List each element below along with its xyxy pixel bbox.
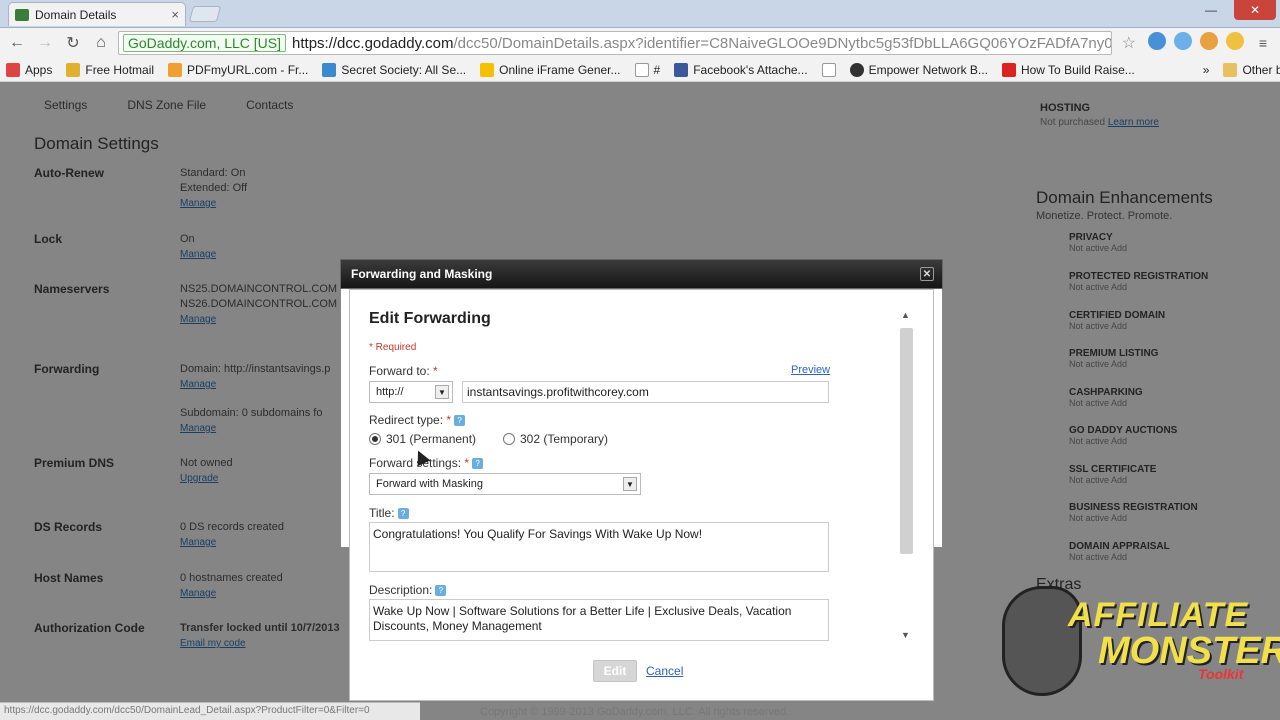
back-icon[interactable]: ←: [6, 32, 28, 54]
browser-toolbar: ← → ↻ ⌂ GoDaddy.com, LLC [US] https://dc…: [0, 28, 1280, 58]
radio-selected-icon: [369, 433, 381, 445]
bookmark-icon: [322, 62, 337, 77]
radio-unselected-icon: [503, 433, 515, 445]
bookmark-icon: [480, 62, 495, 77]
scroll-down-icon[interactable]: ▼: [901, 630, 910, 640]
dialog-title: Edit Forwarding: [369, 310, 491, 327]
home-icon[interactable]: ⌂: [90, 32, 112, 54]
bookmark-item[interactable]: Empower Network B...: [849, 62, 988, 77]
page-footer: Copyright © 1999-2013 GoDaddy.com, LLC. …: [480, 706, 790, 718]
scroll-up-icon[interactable]: ▲: [901, 310, 910, 320]
logo-line-3: Toolkit: [1198, 666, 1244, 682]
youtube-icon: [1001, 62, 1016, 77]
folder-icon: [1223, 62, 1238, 77]
forward-to-label: Forward to: *: [369, 364, 438, 378]
extension-icon[interactable]: [1226, 32, 1244, 50]
bookmark-item[interactable]: #: [634, 62, 660, 77]
minimize-button[interactable]: —: [1200, 0, 1222, 20]
apps-icon: [6, 62, 20, 77]
logo-line-2: MONSTER: [1098, 630, 1280, 672]
facebook-icon: [674, 62, 689, 77]
extensions: ≡: [1148, 32, 1274, 54]
redirect-type-label: Redirect type: *?: [369, 413, 466, 427]
page-icon: [821, 62, 836, 77]
bookmark-icon: [168, 62, 183, 77]
godaddy-favicon-icon: [15, 8, 29, 21]
required-note: * Required: [369, 342, 417, 353]
bookmarks-bar: Apps Free Hotmail PDFmyURL.com - Fr... S…: [0, 58, 1280, 82]
browser-tab[interactable]: Domain Details ×: [8, 2, 186, 26]
status-bar-url: https://dcc.godaddy.com/dcc50/DomainLead…: [0, 702, 420, 720]
cancel-link[interactable]: Cancel: [646, 664, 683, 678]
more-bookmarks-chevron[interactable]: »: [1203, 63, 1210, 77]
chevron-down-icon: ▼: [623, 477, 637, 491]
scrollbar-thumb[interactable]: [900, 328, 913, 554]
chevron-down-icon: ▼: [435, 385, 449, 399]
bookmark-item[interactable]: Secret Society: All Se...: [322, 62, 466, 77]
edit-button[interactable]: Edit: [593, 660, 637, 682]
tab-title: Domain Details: [35, 7, 117, 22]
bookmark-item[interactable]: PDFmyURL.com - Fr...: [168, 62, 308, 77]
protocol-select[interactable]: http:// ▼: [369, 381, 453, 403]
description-label: Description:?: [369, 583, 447, 597]
dialog-header: Forwarding and Masking ✕: [340, 259, 943, 289]
description-textarea[interactable]: Wake Up Now | Software Solutions for a B…: [369, 599, 829, 641]
extension-icon[interactable]: [1174, 32, 1192, 50]
help-icon[interactable]: ?: [454, 415, 466, 427]
person-icon: [849, 62, 864, 77]
bookmark-item[interactable]: Free Hotmail: [66, 62, 154, 77]
ev-certificate-badge[interactable]: GoDaddy.com, LLC [US]: [123, 34, 287, 52]
reload-icon[interactable]: ↻: [62, 32, 84, 54]
bookmark-item[interactable]: [821, 62, 836, 77]
help-icon[interactable]: ?: [472, 458, 484, 470]
forward-icon[interactable]: →: [34, 32, 56, 54]
bookmark-icon: [66, 62, 81, 77]
tab-close-icon[interactable]: ×: [171, 7, 179, 22]
edit-forwarding-panel: Edit Forwarding * Required Forward to: *…: [349, 289, 934, 701]
menu-icon[interactable]: ≡: [1252, 32, 1274, 54]
forward-url-input[interactable]: instantsavings.profitwithcorey.com: [462, 381, 829, 403]
page-icon: [634, 62, 649, 77]
bookmark-apps[interactable]: Apps: [6, 62, 52, 77]
url-host: https://dcc.godaddy.com: [292, 34, 454, 52]
bookmark-item[interactable]: Facebook's Attache...: [674, 62, 808, 77]
forward-settings-select[interactable]: Forward with Masking ▼: [369, 473, 641, 495]
extension-icon[interactable]: [1148, 32, 1166, 50]
radio-301[interactable]: 301 (Permanent): [369, 432, 476, 446]
radio-302[interactable]: 302 (Temporary): [503, 432, 608, 446]
bookmark-item[interactable]: How To Build Raise...: [1001, 62, 1135, 77]
dialog-scrollbar[interactable]: ▲ ▼: [899, 310, 914, 640]
tab-strip: Domain Details × — ❐ ✕: [0, 0, 1280, 28]
title-textarea[interactable]: Congratulations! You Qualify For Savings…: [369, 522, 829, 572]
preview-link[interactable]: Preview: [791, 364, 830, 376]
bookmark-item[interactable]: Online iFrame Gener...: [480, 62, 621, 77]
title-label: Title:?: [369, 506, 409, 520]
new-tab-button[interactable]: [188, 6, 222, 22]
extension-icon[interactable]: [1200, 32, 1218, 50]
close-window-button[interactable]: ✕: [1234, 0, 1276, 20]
affiliate-monster-logo: AFFILIATE MONSTER Toolkit: [998, 582, 1280, 712]
address-bar[interactable]: GoDaddy.com, LLC [US] https://dcc.godadd…: [118, 31, 1112, 55]
dialog-header-title: Forwarding and Masking: [351, 267, 493, 281]
url-path: /dcc50/DomainDetails.aspx?identifier=C8N…: [453, 34, 1112, 52]
dialog-close-icon[interactable]: ✕: [920, 267, 934, 281]
other-bookmarks[interactable]: Other bookmarks: [1223, 62, 1280, 77]
bookmark-star-icon[interactable]: ☆: [1122, 33, 1136, 53]
help-icon[interactable]: ?: [397, 508, 409, 520]
help-icon[interactable]: ?: [435, 585, 447, 597]
